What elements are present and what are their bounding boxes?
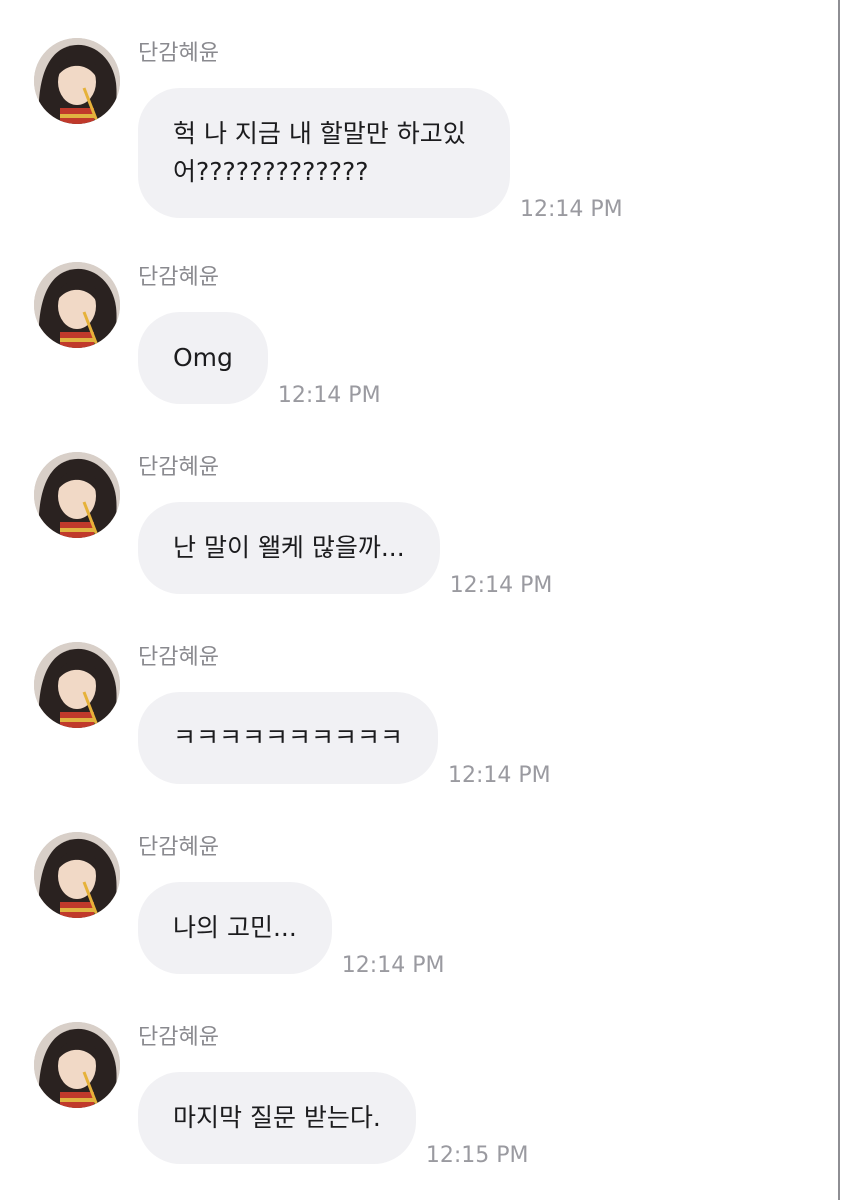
sender-avatar[interactable]: [34, 642, 120, 728]
message-bubble[interactable]: 나의 고민...: [138, 882, 332, 974]
message-row: 나의 고민... 12:14 PM: [138, 882, 444, 978]
message-bubble[interactable]: ㅋㅋㅋㅋㅋㅋㅋㅋㅋㅋ: [138, 692, 439, 784]
message-item: 단감혜윤 난 말이 왤케 많을까... 12:14 PM: [0, 452, 820, 598]
message-timestamp: 12:14 PM: [448, 763, 551, 788]
sender-avatar[interactable]: [34, 452, 120, 538]
message-item: 단감혜윤 나의 고민... 12:14 PM: [0, 832, 820, 978]
message-timestamp: 12:14 PM: [520, 197, 623, 222]
sender-name: 단감혜윤: [138, 645, 219, 670]
sender-name: 단감혜윤: [138, 265, 219, 290]
message-row: 난 말이 왤케 많을까... 12:14 PM: [138, 502, 552, 598]
message-timestamp: 12:14 PM: [449, 573, 553, 598]
sender-avatar[interactable]: [34, 832, 120, 918]
message-timestamp: 12:15 PM: [425, 1143, 529, 1168]
scroll-edge-divider: [838, 0, 840, 1200]
sender-name: 단감혜윤: [138, 455, 219, 480]
message-item: 단감혜윤 헉 나 지금 내 할말만 하고있어????????????? 12:1…: [0, 38, 820, 222]
sender-avatar[interactable]: [34, 38, 120, 124]
message-bubble[interactable]: Omg: [138, 312, 268, 404]
message-row: Omg 12:14 PM: [138, 312, 381, 408]
message-row: ㅋㅋㅋㅋㅋㅋㅋㅋㅋㅋ 12:14 PM: [138, 692, 551, 788]
message-bubble[interactable]: 헉 나 지금 내 할말만 하고있어?????????????: [138, 88, 510, 218]
message-item: 단감혜윤 Omg 12:14 PM: [0, 262, 820, 408]
sender-avatar[interactable]: [34, 1022, 120, 1108]
sender-avatar[interactable]: [34, 262, 120, 348]
sender-name: 단감혜윤: [138, 41, 219, 66]
message-item: 단감혜윤 마지막 질문 받는다. 12:15 PM: [0, 1022, 820, 1168]
message-item: 단감혜윤 ㅋㅋㅋㅋㅋㅋㅋㅋㅋㅋ 12:14 PM: [0, 642, 820, 788]
message-row: 헉 나 지금 내 할말만 하고있어????????????? 12:14 PM: [138, 88, 623, 222]
message-bubble[interactable]: 마지막 질문 받는다.: [138, 1072, 416, 1164]
message-row: 마지막 질문 받는다. 12:15 PM: [138, 1072, 529, 1168]
sender-name: 단감혜윤: [138, 1025, 219, 1050]
message-bubble[interactable]: 난 말이 왤케 많을까...: [138, 502, 440, 594]
message-timestamp: 12:14 PM: [341, 953, 445, 978]
sender-name: 단감혜윤: [138, 835, 219, 860]
message-timestamp: 12:14 PM: [277, 383, 381, 408]
